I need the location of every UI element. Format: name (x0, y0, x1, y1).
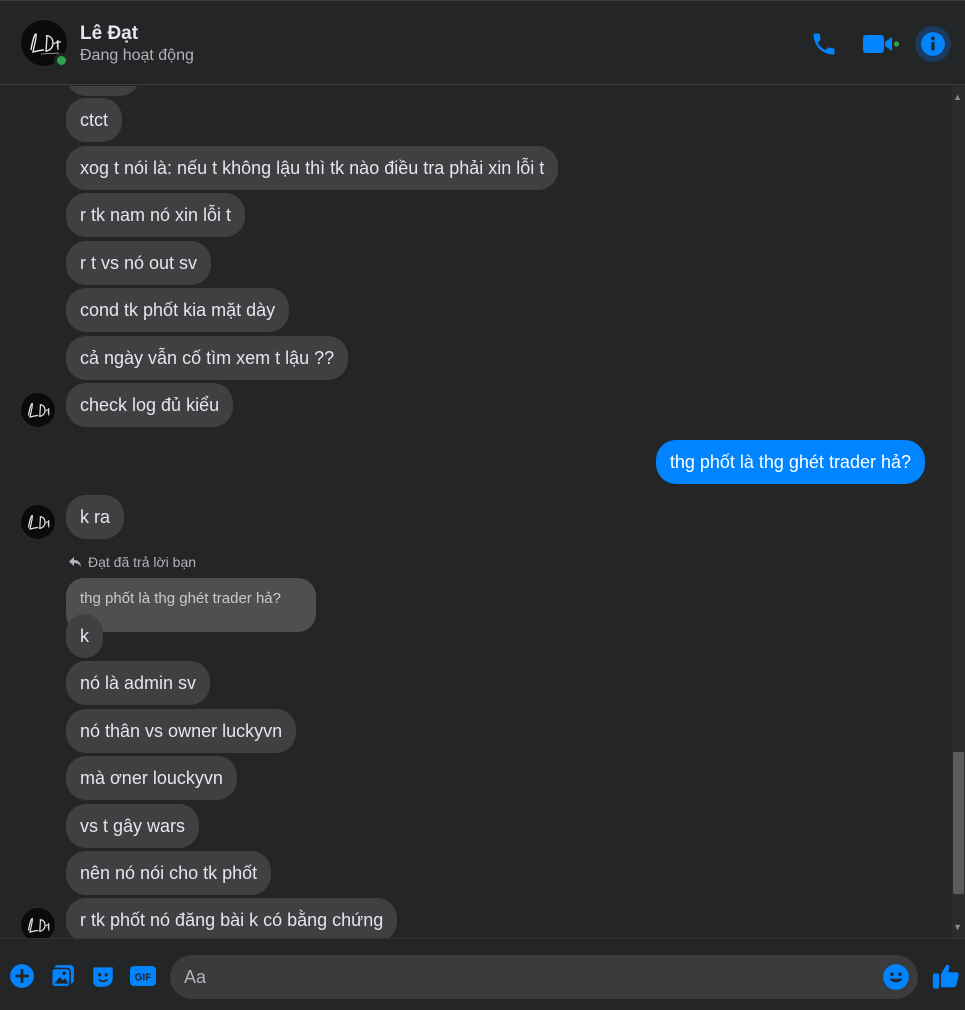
contact-name[interactable]: Lê Đạt (80, 23, 138, 45)
message-bubble[interactable]: ctct (66, 98, 123, 142)
message-bubble[interactable]: xog t nói là: nếu t không lậu thì tk nào… (66, 146, 559, 190)
message-bubble[interactable]: mà ơner louckyvn (66, 756, 237, 800)
conversation-header: Lê Đạt Đang hoạt động (0, 0, 965, 85)
avatar-logo-icon (27, 402, 50, 418)
video-call-icon[interactable] (860, 27, 902, 61)
scroll-up-arrow-icon[interactable]: ▲ (953, 92, 962, 102)
online-status-dot (54, 53, 69, 68)
message-bubble[interactable]: nó thân vs owner luckyvn (66, 709, 297, 753)
message-bubble[interactable]: k (66, 614, 103, 658)
message-bubble[interactable]: check log đủ kiểu (66, 383, 234, 427)
message-bubble[interactable]: nên nó nói cho tk phốt (66, 851, 272, 895)
reply-arrow-icon (69, 557, 81, 567)
sticker-icon[interactable] (89, 962, 117, 990)
emoji-icon[interactable] (882, 963, 910, 991)
contact-avatar-small[interactable] (20, 392, 56, 428)
gif-icon[interactable]: GIF (129, 962, 157, 990)
avatar-logo-icon (27, 514, 50, 530)
scroll-down-arrow-icon[interactable]: ▼ (953, 922, 962, 932)
message-bubble[interactable]: r tk phốt nó đăng bài k có bằng chứng (66, 898, 398, 938)
info-icon[interactable] (915, 26, 951, 62)
message-bubble[interactable]: r tk nam nó xin lỗi t (66, 193, 246, 237)
message-bubble-partial[interactable] (66, 86, 140, 96)
avatar-logo-icon (27, 917, 50, 933)
reply-indicator: Đạt đã trả lời bạn (68, 554, 196, 570)
message-bubble[interactable]: r t vs nó out sv (66, 241, 212, 285)
quoted-message[interactable]: thg phốt là thg ghét trader hả? (66, 578, 316, 632)
contact-status: Đang hoạt động (80, 47, 194, 64)
svg-text:GIF: GIF (135, 973, 152, 984)
reply-note-text: Đạt đã trả lời bạn (88, 554, 197, 570)
message-bubble[interactable]: cond tk phốt kia mặt dày (66, 288, 290, 332)
message-input[interactable] (184, 955, 874, 999)
contact-avatar-small[interactable] (20, 504, 56, 540)
contact-avatar-small[interactable] (20, 907, 56, 938)
message-bubble[interactable]: k ra (66, 495, 125, 539)
scrollbar-thumb[interactable] (953, 752, 964, 894)
message-bubble[interactable]: cả ngày vẫn cố tìm xem t lậu ?? (66, 336, 349, 380)
like-icon[interactable] (930, 962, 962, 990)
add-icon[interactable] (8, 962, 36, 990)
message-bubble[interactable]: vs t gây wars (66, 804, 200, 848)
message-bubble[interactable]: nó là admin sv (66, 661, 211, 705)
message-composer: GIF (0, 938, 965, 1010)
phone-icon[interactable] (807, 27, 841, 61)
message-list[interactable]: ctct xog t nói là: nếu t không lậu thì t… (0, 86, 965, 938)
my-message-bubble[interactable]: thg phốt là thg ghét trader hả? (655, 440, 925, 484)
message-input-box[interactable] (170, 955, 918, 999)
photo-icon[interactable] (49, 962, 77, 990)
